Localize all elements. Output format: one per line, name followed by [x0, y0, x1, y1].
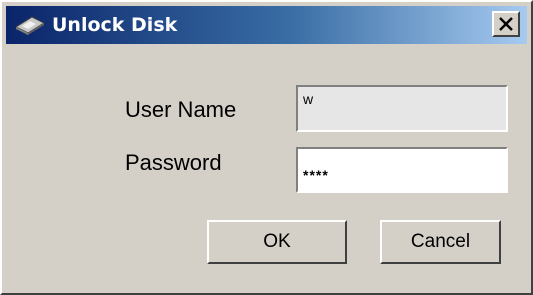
- close-icon: [499, 17, 513, 31]
- title-bar[interactable]: Unlock Disk: [6, 6, 527, 44]
- disk-icon: [14, 14, 46, 36]
- ok-button[interactable]: OK: [207, 220, 347, 264]
- close-button[interactable]: [492, 11, 520, 37]
- password-label: Password: [125, 150, 222, 175]
- password-field[interactable]: ****: [296, 147, 508, 193]
- username-field[interactable]: w: [296, 85, 508, 132]
- cancel-button[interactable]: Cancel: [380, 220, 501, 264]
- username-label: User Name: [125, 97, 237, 122]
- unlock-disk-dialog: Unlock Disk User Name w Password **** OK…: [0, 0, 533, 295]
- window-title: Unlock Disk: [52, 14, 178, 36]
